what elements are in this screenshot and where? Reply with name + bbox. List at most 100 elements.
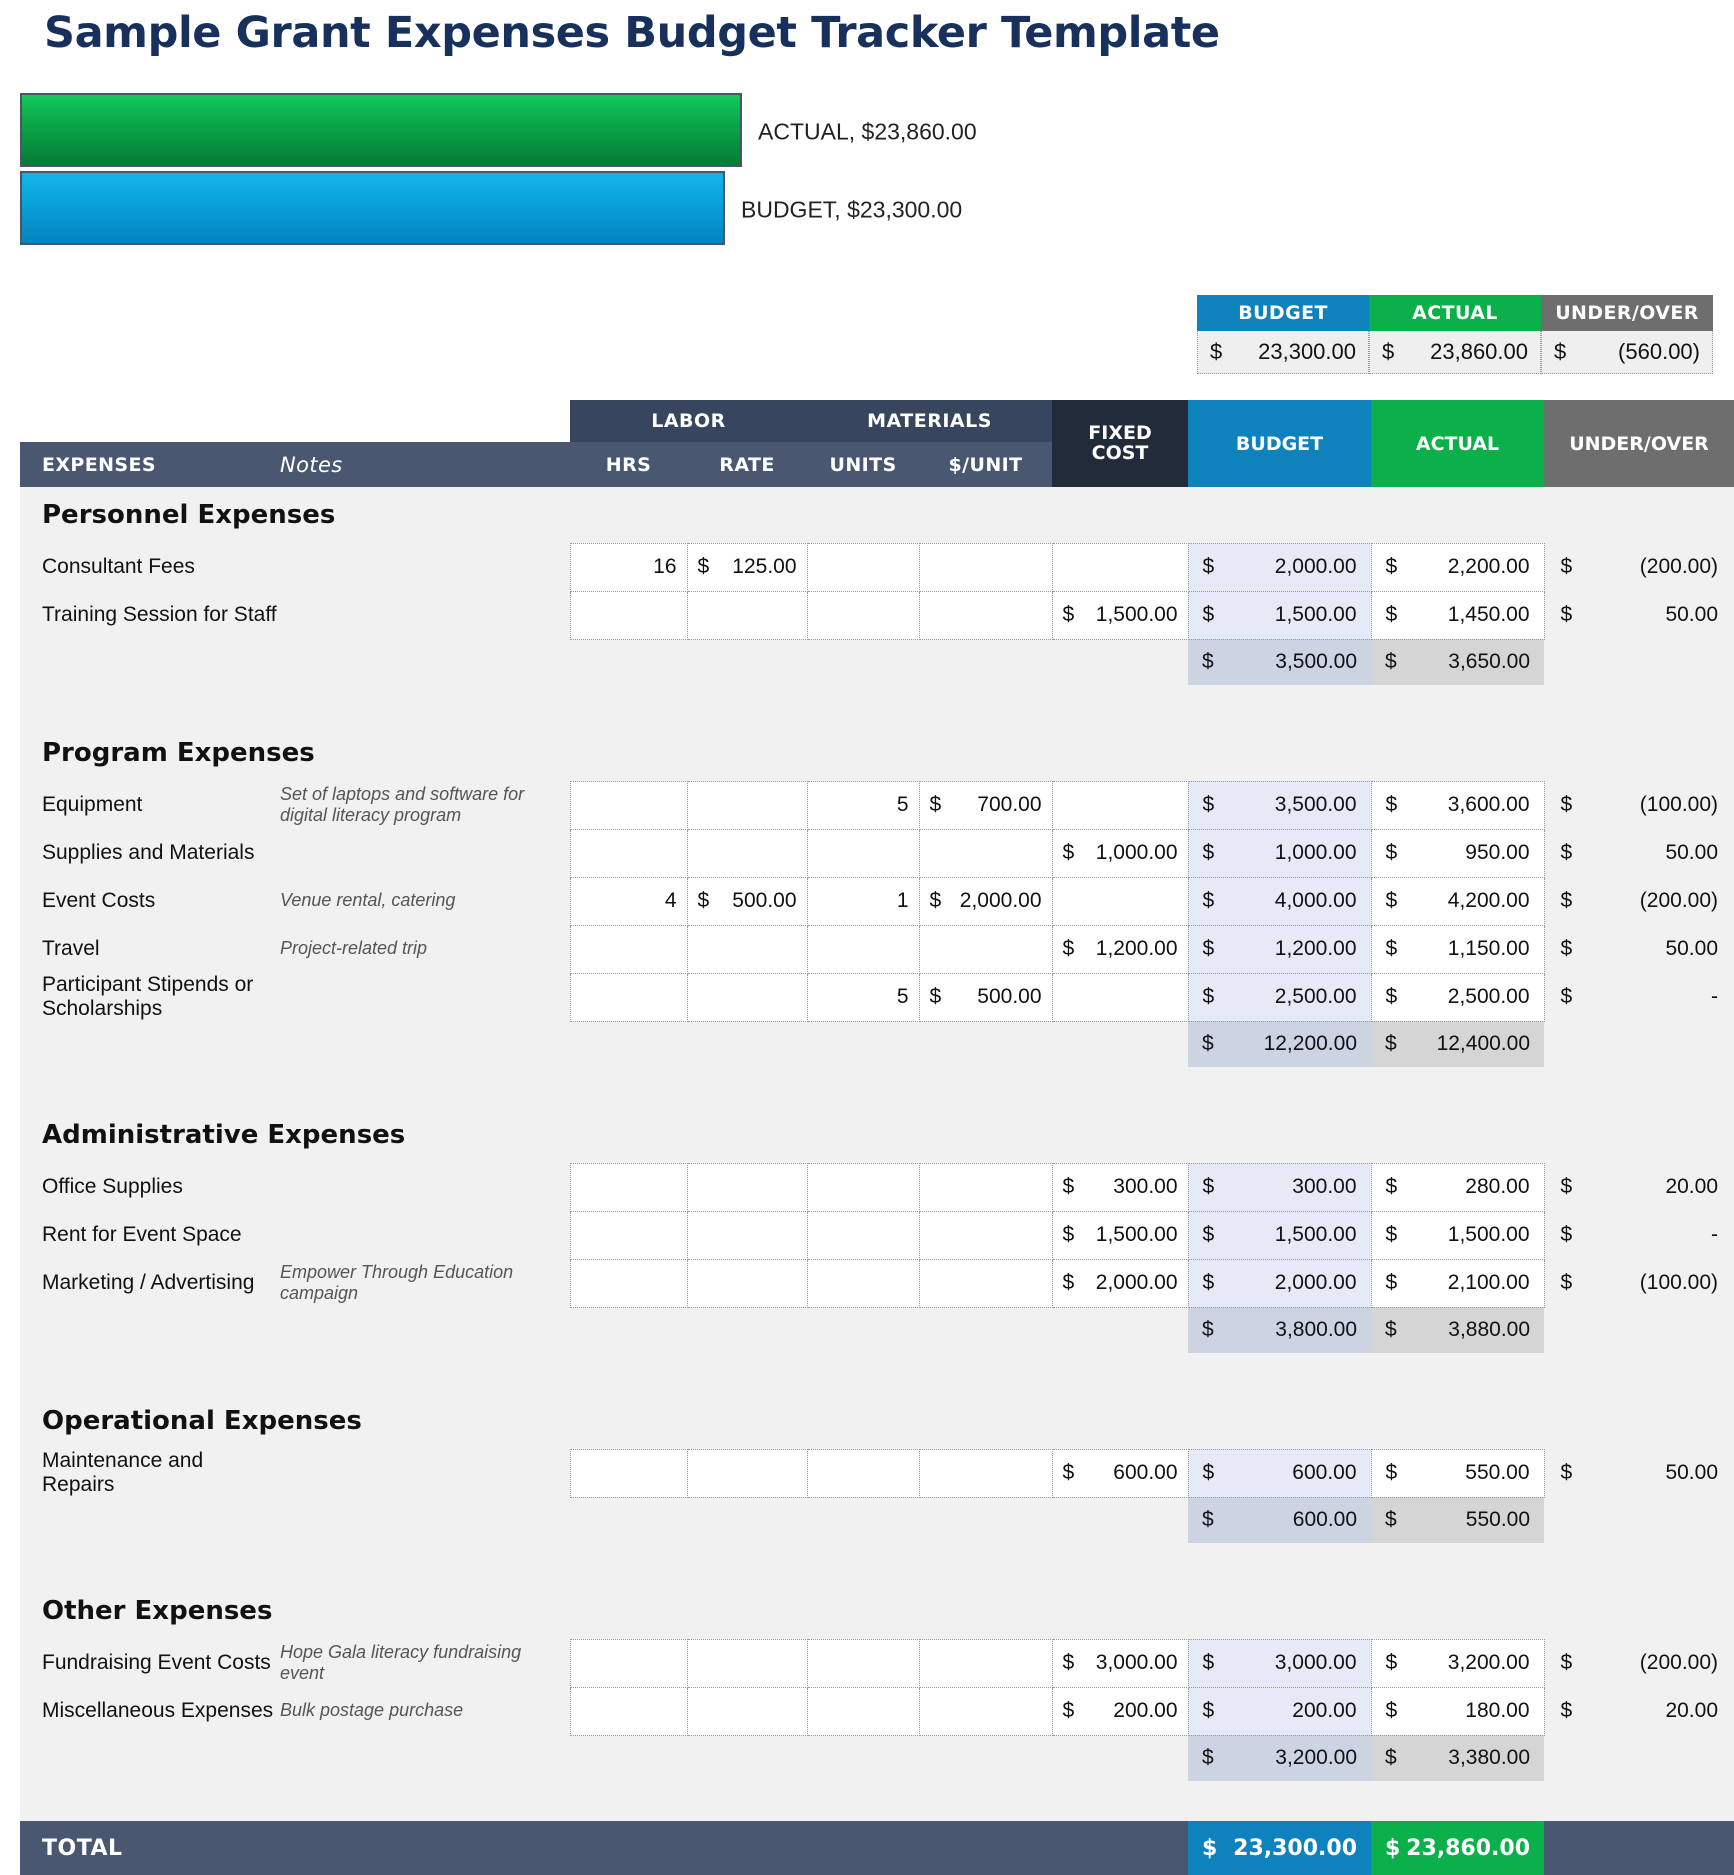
units-input[interactable] <box>806 828 920 878</box>
hrs-input[interactable]: 4 <box>569 876 688 926</box>
spacer-cell <box>20 1781 1734 1821</box>
actual-cell[interactable]: $950.00 <box>1370 828 1545 878</box>
currency-symbol: $ <box>1385 985 1398 1008</box>
rate-input[interactable] <box>686 1258 808 1308</box>
per-unit-input[interactable] <box>918 1638 1053 1688</box>
hrs-input[interactable] <box>569 780 688 830</box>
rate-input[interactable] <box>686 780 808 830</box>
units-input[interactable]: 5 <box>806 972 920 1022</box>
fixed-cost-input[interactable]: $1,500.00 <box>1051 590 1189 640</box>
budget-cell[interactable]: $300.00 <box>1187 1162 1372 1212</box>
units-input[interactable] <box>806 1210 920 1260</box>
hrs-input[interactable] <box>569 1162 688 1212</box>
per-unit-input[interactable]: $2,000.00 <box>918 876 1053 926</box>
currency-symbol: $ <box>1202 1508 1214 1532</box>
spacer-cell <box>1544 1021 1734 1067</box>
actual-cell[interactable]: $3,600.00 <box>1370 780 1545 830</box>
fixed-cost-input[interactable]: $3,000.00 <box>1051 1638 1189 1688</box>
per-unit-input[interactable]: $500.00 <box>918 972 1053 1022</box>
rate-input[interactable] <box>686 1448 808 1498</box>
hrs-input[interactable] <box>569 590 688 640</box>
actual-cell[interactable]: $180.00 <box>1370 1686 1545 1736</box>
fixed-cost-input[interactable]: $1,200.00 <box>1051 924 1189 974</box>
per-unit-input[interactable]: $700.00 <box>918 780 1053 830</box>
per-unit-input[interactable] <box>918 1448 1053 1498</box>
fixed-cost-input[interactable]: $1,500.00 <box>1051 1210 1189 1260</box>
units-input[interactable]: 1 <box>806 876 920 926</box>
fixed-cost-input[interactable]: $600.00 <box>1051 1448 1189 1498</box>
hrs-input[interactable] <box>569 828 688 878</box>
actual-cell[interactable]: $4,200.00 <box>1370 876 1545 926</box>
budget-cell[interactable]: $2,000.00 <box>1187 1258 1372 1308</box>
actual-cell[interactable]: $3,200.00 <box>1370 1638 1545 1688</box>
amount-value: 20.00 <box>1665 1699 1719 1722</box>
units-input[interactable] <box>806 590 920 640</box>
spacer-cell <box>20 1307 1189 1353</box>
currency-symbol: $ <box>1560 603 1573 626</box>
fixed-cost-input[interactable]: $300.00 <box>1051 1162 1189 1212</box>
rate-input[interactable] <box>686 828 808 878</box>
per-unit-input[interactable] <box>918 828 1053 878</box>
actual-cell[interactable]: $2,500.00 <box>1370 972 1545 1022</box>
budget-cell[interactable]: $3,000.00 <box>1187 1638 1372 1688</box>
budget-cell[interactable]: $200.00 <box>1187 1686 1372 1736</box>
units-input[interactable] <box>806 924 920 974</box>
actual-cell[interactable]: $1,500.00 <box>1370 1210 1545 1260</box>
rate-input[interactable] <box>686 924 808 974</box>
fixed-cost-input[interactable]: $200.00 <box>1051 1686 1189 1736</box>
hrs-input[interactable] <box>569 1686 688 1736</box>
fixed-cost-input[interactable] <box>1051 876 1189 926</box>
budget-cell[interactable]: $3,500.00 <box>1187 780 1372 830</box>
budget-cell[interactable]: $2,500.00 <box>1187 972 1372 1022</box>
hrs-input[interactable] <box>569 1638 688 1688</box>
currency-symbol: $ <box>1202 1835 1218 1861</box>
fixed-cost-input[interactable] <box>1051 780 1189 830</box>
fixed-cost-input[interactable]: $1,000.00 <box>1051 828 1189 878</box>
units-input[interactable] <box>806 1258 920 1308</box>
rate-input[interactable] <box>686 972 808 1022</box>
units-input[interactable] <box>806 1448 920 1498</box>
rate-input[interactable] <box>686 1686 808 1736</box>
actual-cell[interactable]: $550.00 <box>1370 1448 1545 1498</box>
budget-cell[interactable]: $2,000.00 <box>1187 542 1372 592</box>
budget-cell[interactable]: $1,500.00 <box>1187 590 1372 640</box>
actual-cell[interactable]: $1,450.00 <box>1370 590 1545 640</box>
per-unit-input[interactable] <box>918 1162 1053 1212</box>
fixed-cost-input[interactable] <box>1051 972 1189 1022</box>
rate-input[interactable]: $500.00 <box>686 876 808 926</box>
per-unit-input[interactable] <box>918 1686 1053 1736</box>
rate-input[interactable] <box>686 1210 808 1260</box>
fixed-cost-input[interactable] <box>1051 542 1189 592</box>
rate-input[interactable] <box>686 1162 808 1212</box>
actual-cell[interactable]: $1,150.00 <box>1370 924 1545 974</box>
hrs-input[interactable] <box>569 1258 688 1308</box>
hrs-input[interactable] <box>569 1210 688 1260</box>
units-input[interactable] <box>806 1162 920 1212</box>
per-unit-input[interactable] <box>918 1258 1053 1308</box>
budget-cell[interactable]: $4,000.00 <box>1187 876 1372 926</box>
budget-cell[interactable]: $600.00 <box>1187 1448 1372 1498</box>
budget-cell[interactable]: $1,000.00 <box>1187 828 1372 878</box>
units-input[interactable] <box>806 1638 920 1688</box>
spacer-cell <box>570 1107 1734 1163</box>
fixed-cost-input[interactable]: $2,000.00 <box>1051 1258 1189 1308</box>
per-unit-input[interactable] <box>918 1210 1053 1260</box>
budget-cell[interactable]: $1,200.00 <box>1187 924 1372 974</box>
actual-cell[interactable]: $2,100.00 <box>1370 1258 1545 1308</box>
budget-cell[interactable]: $1,500.00 <box>1187 1210 1372 1260</box>
hrs-input[interactable] <box>569 1448 688 1498</box>
units-input[interactable] <box>806 1686 920 1736</box>
rate-input[interactable] <box>686 1638 808 1688</box>
rate-input[interactable] <box>686 590 808 640</box>
per-unit-input[interactable] <box>918 590 1053 640</box>
hrs-input[interactable]: 16 <box>569 542 688 592</box>
per-unit-input[interactable] <box>918 924 1053 974</box>
actual-cell[interactable]: $2,200.00 <box>1370 542 1545 592</box>
per-unit-input[interactable] <box>918 542 1053 592</box>
hrs-input[interactable] <box>569 924 688 974</box>
units-input[interactable] <box>806 542 920 592</box>
hrs-input[interactable] <box>569 972 688 1022</box>
actual-cell[interactable]: $280.00 <box>1370 1162 1545 1212</box>
rate-input[interactable]: $125.00 <box>686 542 808 592</box>
units-input[interactable]: 5 <box>806 780 920 830</box>
